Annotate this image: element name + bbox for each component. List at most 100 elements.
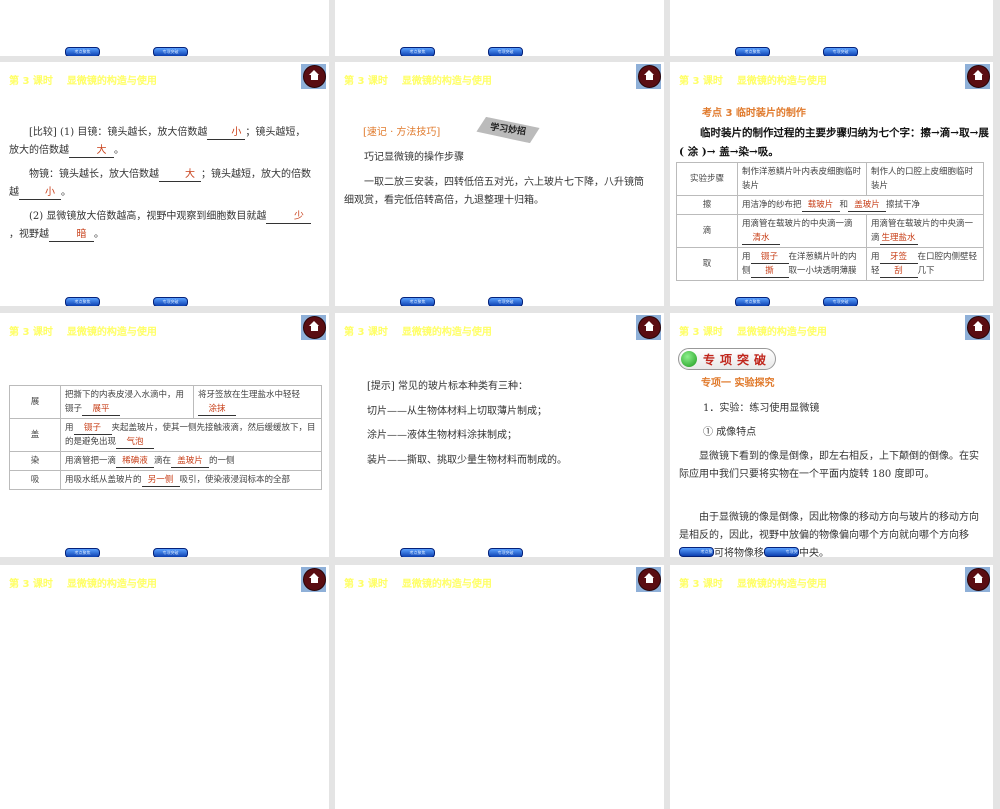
home-icon[interactable] xyxy=(301,64,326,89)
badge-label: 专项突破 xyxy=(703,353,772,367)
step-label: 擦 xyxy=(676,195,738,215)
text: 用洁净的纱布把 xyxy=(742,200,802,210)
slide-thumbnail[interactable]: 第 3 课时 显微镜的构造与使用 考点 3 临时装片的制作 临时装片的制作过程的… xyxy=(670,62,993,306)
slide-title: 第 3 课时 显微镜的构造与使用 xyxy=(344,579,492,590)
hint-line: 涂片——液体生物材料涂抹制成； xyxy=(367,430,517,441)
answer: 涂抹 xyxy=(198,403,236,416)
step-label: 滴 xyxy=(676,214,738,248)
compare-objective: 物镜：镜头越长，放大倍数越大；镜头越短，放大的倍数越小。 xyxy=(9,166,315,202)
nav-next-button[interactable]: 专项突破 xyxy=(488,297,523,306)
tips-body: 一取二放三安装，四转低倍五对光，六上玻片七下降，八升镜筒细观赏，看完低倍转高倍，… xyxy=(344,177,644,206)
step-label: 展 xyxy=(9,385,61,419)
slide-thumbnail[interactable]: 第 3 课时 显微镜的构造与使用 xyxy=(0,565,329,809)
nav-next-button[interactable]: 专项突破 xyxy=(823,297,858,306)
slide-thumbnail[interactable]: 考点聚焦 专项突破 xyxy=(0,0,329,56)
text: 用 xyxy=(65,423,74,433)
answer: 镊子 xyxy=(750,251,789,264)
special-item: ① 成像特点 xyxy=(703,427,757,438)
nav-prev-button[interactable]: 考点聚焦 xyxy=(65,297,100,306)
answer: 气泡 xyxy=(116,436,155,449)
text: 中央。 xyxy=(799,548,829,557)
text: 取一小块透明薄膜 xyxy=(788,266,857,276)
steps-table-continued: 展 把撕下的内表皮浸入水滴中，用镊子 展平 将牙签放在生理盐水中轻轻 涂抹 盖 用镊… xyxy=(9,385,322,490)
slide-title: 第 3 课时 显微镜的构造与使用 xyxy=(344,76,492,87)
table-row: 滴 用滴管在载玻片的中央滴一滴清水 用滴管在载玻片的中央滴一滴 生理盐水 xyxy=(676,214,984,248)
step-label: 吸 xyxy=(9,470,61,490)
slide-thumbnail[interactable]: 第 3 课时 显微镜的构造与使用 xyxy=(670,565,993,809)
home-icon[interactable] xyxy=(636,64,661,89)
answer: 载玻片 xyxy=(801,199,840,212)
text: 将牙签放在生理盐水中轻轻 xyxy=(198,390,301,400)
nav-next-button[interactable]: 专项突破 xyxy=(153,297,188,306)
home-icon[interactable] xyxy=(965,315,990,340)
table-header: 实验步骤 xyxy=(676,162,738,196)
slide-title: 第 3 课时 显微镜的构造与使用 xyxy=(9,76,157,87)
answer: 镊子 xyxy=(73,422,112,435)
table-header: 制作人的口腔上皮细胞临时装片 xyxy=(866,162,984,196)
answer: 清水 xyxy=(742,232,780,245)
table-row: 展 把撕下的内表皮浸入水滴中，用镊子 展平 将牙签放在生理盐水中轻轻 涂抹 xyxy=(9,385,322,419)
slide-thumbnail[interactable]: 考点聚焦 专项突破 xyxy=(670,0,993,56)
answer: 小 xyxy=(207,127,246,140)
step-label: 取 xyxy=(676,247,738,281)
table-cell: 用洁净的纱布把 载玻片和盖玻片 擦拭干净 xyxy=(737,195,984,215)
home-icon[interactable] xyxy=(636,315,661,340)
table-cell: 用滴管把一滴 稀碘液 滴在 盖玻片 的一侧 xyxy=(60,451,322,471)
home-icon[interactable] xyxy=(636,567,661,592)
table-cell: 用牙签 在口腔内侧壁轻轻刮几下 xyxy=(866,247,984,281)
nav-next-button[interactable]: 专项突破 xyxy=(153,548,188,557)
special-topic-badge: 专项突破 xyxy=(678,348,776,370)
answer: 盖玻片 xyxy=(171,455,210,468)
nav-next-button[interactable]: 专项突破 xyxy=(764,547,799,557)
steps-table: 实验步骤 制作洋葱鳞片叶内表皮细胞临时装片 制作人的口腔上皮细胞临时装片 擦 用… xyxy=(676,162,984,281)
slide-thumbnail[interactable]: 第 3 课时 显微镜的构造与使用 [比较] (1) 目镜：镜头越长，放大倍数越小… xyxy=(0,62,329,306)
tips-subtitle: 巧记显微镜的操作步骤 xyxy=(364,152,464,163)
text: 用 xyxy=(742,252,751,262)
answer: 牙签 xyxy=(879,251,918,264)
special-para: 由于显微镜的像是倒像，因此物像的移动方向与玻片的移动方向是相反的，因此，视野中放… xyxy=(679,509,979,557)
slide-thumbnail[interactable]: 考点聚焦 专项突破 xyxy=(335,0,664,56)
text: 用吸水纸从盖玻片的 xyxy=(65,475,142,485)
text: 。 xyxy=(61,187,71,198)
nav-next-button[interactable]: 专项突破 xyxy=(153,47,188,56)
step-label: 盖 xyxy=(9,418,61,452)
nav-next-button[interactable]: 专项突破 xyxy=(488,47,523,56)
home-icon[interactable] xyxy=(965,64,990,89)
slide-thumbnail[interactable]: 第 3 课时 显微镜的构造与使用 专项突破 专项一 实验探究 1．实验：练习使用… xyxy=(670,313,993,557)
text: 和 xyxy=(839,200,849,210)
nav-next-button[interactable]: 专项突破 xyxy=(488,548,523,557)
hint-line: 切片——从生物体材料上切取薄片制成； xyxy=(367,406,547,417)
table-cell: 用滴管在载玻片的中央滴一滴 生理盐水 xyxy=(866,214,984,248)
home-icon[interactable] xyxy=(301,315,326,340)
nav-prev-button[interactable]: 考点聚焦 xyxy=(400,297,435,306)
tips-heading: [速记 · 方法技巧] xyxy=(363,127,441,138)
slide-thumbnail[interactable]: 第 3 课时 显微镜的构造与使用 展 把撕下的内表皮浸入水滴中，用镊子 展平 将牙… xyxy=(0,313,329,557)
table-cell: 用镊子 在洋葱鳞片叶的内侧撕取一小块透明薄膜 xyxy=(737,247,867,281)
slide-thumbnail[interactable]: 第 3 课时 显微镜的构造与使用 xyxy=(335,565,664,809)
nav-prev-button[interactable]: 考点聚焦 xyxy=(400,47,435,56)
slide-thumbnail[interactable]: 第 3 课时 显微镜的构造与使用 [提示] 常见的玻片标本种类有三种： 切片——… xyxy=(335,313,664,557)
home-icon[interactable] xyxy=(965,567,990,592)
table-cell: 把撕下的内表皮浸入水滴中，用镊子 展平 xyxy=(60,385,194,419)
nav-prev-button[interactable]: 考点聚焦 xyxy=(65,47,100,56)
nav-prev-button[interactable]: 考点聚焦 xyxy=(65,548,100,557)
nav-prev-button[interactable]: 考点聚焦 xyxy=(679,547,714,557)
text: 吸引，使染液浸润标本的全部 xyxy=(179,475,291,485)
home-icon[interactable] xyxy=(301,567,326,592)
nav-next-button[interactable]: 专项突破 xyxy=(823,47,858,56)
nav-prev-button[interactable]: 考点聚焦 xyxy=(400,548,435,557)
nav-prev-button[interactable]: 考点聚焦 xyxy=(735,47,770,56)
text: 用滴管把一滴 xyxy=(65,456,117,466)
table-cell: 用滴管在载玻片的中央滴一滴清水 xyxy=(737,214,867,248)
nav-prev-button[interactable]: 考点聚焦 xyxy=(735,297,770,306)
table-row: 染 用滴管把一滴 稀碘液 滴在 盖玻片 的一侧 xyxy=(9,451,322,471)
hint-line: 装片——撕取、挑取少量生物材料而制成的。 xyxy=(367,455,567,466)
slide-thumbnail[interactable]: 第 3 课时 显微镜的构造与使用 [速记 · 方法技巧] 学习妙招 巧记显微镜的… xyxy=(335,62,664,306)
special-heading: 专项一 实验探究 xyxy=(701,378,775,389)
hint-line: [提示] 常见的玻片标本种类有三种： xyxy=(367,381,528,392)
slide-title: 第 3 课时 显微镜的构造与使用 xyxy=(679,327,827,338)
slide-title: 第 3 课时 显微镜的构造与使用 xyxy=(9,579,157,590)
slide-title: 第 3 课时 显微镜的构造与使用 xyxy=(344,327,492,338)
special-para: 显微镜下看到的像是倒像，即左右相反，上下颠倒的倒像。在实际应用中我们只要将实物在… xyxy=(679,451,979,480)
answer: 小 xyxy=(19,187,61,200)
